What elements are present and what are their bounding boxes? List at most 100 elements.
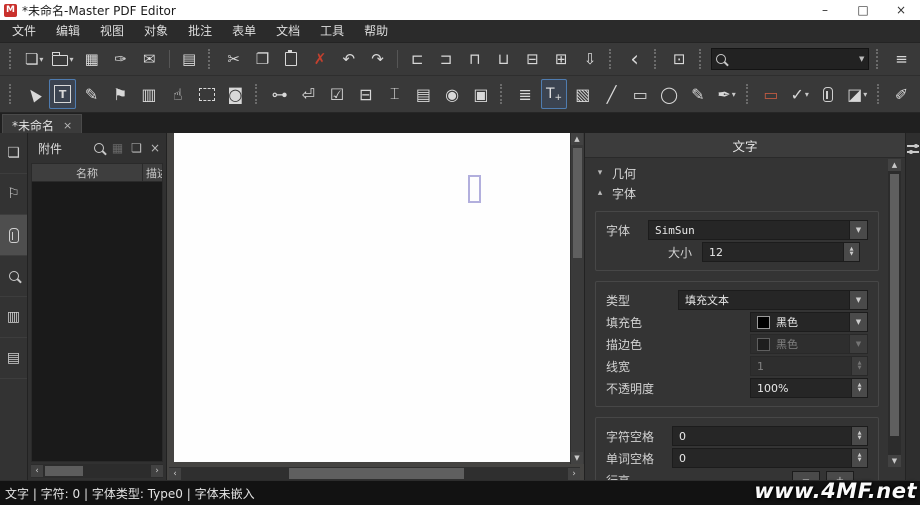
save-button[interactable]: ▦: [78, 45, 105, 73]
word-spacing-input[interactable]: 0 ▲ ▼: [672, 448, 868, 468]
add-text-button[interactable]: T +: [540, 79, 568, 109]
attachment-delete-button[interactable]: ×: [150, 141, 160, 155]
select-area-button[interactable]: [193, 79, 220, 109]
text-field-button[interactable]: ⌶: [381, 79, 408, 109]
font-size-input[interactable]: 12 ▲ ▼: [702, 242, 860, 262]
marker-tool-button[interactable]: ✐: [888, 79, 915, 109]
chevron-down-icon[interactable]: ▼: [849, 313, 867, 331]
scroll-right-icon[interactable]: ›: [151, 465, 163, 477]
redo-button[interactable]: ↷: [364, 45, 391, 73]
spinner-control[interactable]: ▲ ▼: [843, 243, 859, 261]
callout-tool-button[interactable]: ▭: [758, 79, 785, 109]
attachments-list[interactable]: [31, 182, 163, 462]
button-field-button[interactable]: ⏎: [295, 79, 322, 109]
scroll-down-icon[interactable]: ▼: [571, 452, 583, 464]
attachment-annotation-button[interactable]: [815, 79, 842, 109]
scroll-left-icon[interactable]: ‹: [169, 467, 181, 480]
bookmarks-panel-button[interactable]: ⚐: [0, 174, 27, 215]
ellipse-tool-button[interactable]: ◯: [656, 79, 683, 109]
chevron-down-icon[interactable]: ▼: [849, 221, 867, 239]
scrollbar-thumb[interactable]: [573, 148, 582, 258]
signature-tool-button[interactable]: ✒ ▾: [713, 79, 740, 109]
spinner-control[interactable]: ▲ ▼: [851, 379, 867, 397]
rectangle-tool-button[interactable]: ▭: [627, 79, 654, 109]
edit-object-tool-button[interactable]: ✎: [78, 79, 105, 109]
combobox-field-button[interactable]: ⊟: [352, 79, 379, 109]
scroll-left-icon[interactable]: ‹: [31, 465, 43, 477]
edit-text-tool-button[interactable]: T: [49, 79, 77, 109]
menu-item-文件[interactable]: 文件: [2, 20, 46, 42]
scrollbar-thumb[interactable]: [45, 466, 83, 476]
send-backward-button[interactable]: ⇩: [577, 45, 604, 73]
maximize-button[interactable]: □: [844, 0, 882, 20]
paste-button[interactable]: [278, 45, 305, 73]
menu-item-帮助[interactable]: 帮助: [354, 20, 398, 42]
menu-item-批注[interactable]: 批注: [178, 20, 222, 42]
highlighter-tool-button[interactable]: ◪ ▾: [844, 79, 871, 109]
listbox-field-button[interactable]: ▤: [410, 79, 437, 109]
tab-close-icon[interactable]: ×: [63, 119, 72, 132]
scroll-up-icon[interactable]: ▲: [888, 159, 901, 171]
type-select[interactable]: 填充文本 ▼: [678, 290, 868, 310]
scrollbar-thumb[interactable]: [890, 174, 899, 436]
opacity-input[interactable]: 100% ▲ ▼: [750, 378, 868, 398]
column-description[interactable]: 描述: [143, 165, 162, 181]
pages-panel-button[interactable]: ❏: [0, 133, 27, 174]
spinner-control[interactable]: ▲ ▼: [851, 427, 867, 445]
panel-options-icon[interactable]: [907, 143, 919, 156]
scroll-down-icon[interactable]: ▼: [888, 455, 901, 467]
toolbar-menu-button[interactable]: ≡: [888, 45, 915, 73]
align-left-button[interactable]: ⊏: [404, 45, 431, 73]
open-file-button[interactable]: ▾: [50, 45, 77, 73]
form-designer-button[interactable]: ▥: [136, 79, 163, 109]
fill-color-select[interactable]: 黑色 ▼: [750, 312, 868, 332]
attachment-add-button[interactable]: ❏: [131, 141, 142, 155]
save-as-button[interactable]: ✑: [107, 45, 134, 73]
section-font[interactable]: ▴ 字体: [595, 183, 879, 203]
align-right-button[interactable]: ⊐: [433, 45, 460, 73]
scroll-up-icon[interactable]: ▲: [571, 133, 583, 145]
edit-form-tool-button[interactable]: ⚑: [107, 79, 134, 109]
align-top-button[interactable]: ⊓: [461, 45, 488, 73]
add-image-button[interactable]: ▧: [569, 79, 596, 109]
print-button[interactable]: ▤: [176, 45, 203, 73]
pencil-tool-button[interactable]: ✎: [684, 79, 711, 109]
menu-item-表单[interactable]: 表单: [222, 20, 266, 42]
select-tool-button[interactable]: ▲: [21, 79, 48, 109]
new-document-button[interactable]: ❏ ▾: [21, 45, 48, 73]
fit-window-button[interactable]: ⊡: [666, 45, 693, 73]
image-field-button[interactable]: ▣: [468, 79, 495, 109]
column-name[interactable]: 名称: [32, 165, 142, 181]
delete-button[interactable]: ✗: [307, 45, 334, 73]
attachments-panel-button[interactable]: [0, 215, 27, 256]
undo-button[interactable]: ↶: [335, 45, 362, 73]
check-annotation-button[interactable]: ✓ ▾: [786, 79, 813, 109]
menu-item-文档[interactable]: 文档: [266, 20, 310, 42]
email-button[interactable]: ✉: [136, 45, 163, 73]
align-bottom-button[interactable]: ⊔: [490, 45, 517, 73]
attachment-search-button[interactable]: [93, 143, 104, 153]
search-panel-button[interactable]: [0, 256, 27, 297]
menu-item-编辑[interactable]: 编辑: [46, 20, 90, 42]
chevron-down-icon[interactable]: ▼: [859, 55, 864, 63]
center-horizontal-button[interactable]: ⊟: [519, 45, 546, 73]
radio-field-button[interactable]: ◉: [439, 79, 466, 109]
back-button[interactable]: ‹: [621, 45, 648, 73]
section-geometry[interactable]: ▾ 几何: [595, 163, 879, 183]
menu-item-工具[interactable]: 工具: [310, 20, 354, 42]
pdf-page[interactable]: [174, 133, 575, 462]
fields-list-button[interactable]: ≣: [512, 79, 539, 109]
close-button[interactable]: ×: [882, 0, 920, 20]
hand-tool-button[interactable]: ☝: [164, 79, 191, 109]
char-spacing-input[interactable]: 0 ▲ ▼: [672, 426, 868, 446]
scroll-right-icon[interactable]: ›: [568, 467, 580, 480]
cut-button[interactable]: ✂: [220, 45, 247, 73]
snapshot-button[interactable]: ◙: [222, 79, 249, 109]
line-tool-button[interactable]: ╱: [598, 79, 625, 109]
checkbox-field-button[interactable]: ☑: [324, 79, 351, 109]
menu-item-对象[interactable]: 对象: [134, 20, 178, 42]
copy-button[interactable]: ❐: [249, 45, 276, 73]
scrollbar-thumb[interactable]: [289, 468, 464, 479]
chevron-down-icon[interactable]: ▼: [849, 291, 867, 309]
layers-panel-button[interactable]: ▥: [0, 297, 27, 338]
